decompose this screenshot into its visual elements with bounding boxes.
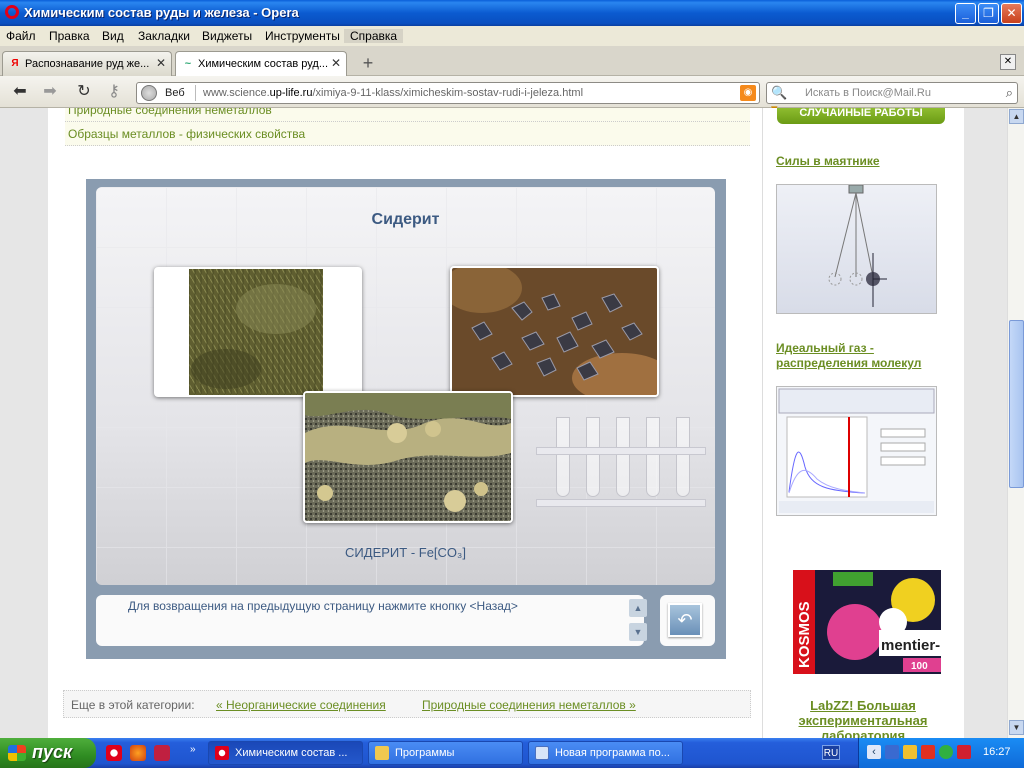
quicklaunch-expand-icon[interactable]: » xyxy=(190,744,196,755)
start-button[interactable]: пуск xyxy=(0,738,96,768)
key-icon[interactable]: ⚷ xyxy=(104,82,124,102)
language-indicator[interactable]: RU xyxy=(822,745,840,760)
antivirus-icon[interactable] xyxy=(921,745,935,759)
back-arrow-icon[interactable]: ⬅ xyxy=(10,82,30,102)
vertical-scrollbar[interactable]: ▲ ▼ xyxy=(1007,108,1024,738)
new-tab-plus-icon[interactable]: + xyxy=(359,54,377,73)
search-engine-icon[interactable]: 🔍▾ xyxy=(771,85,791,116)
url-text[interactable]: www.science.up-life.ru/ximiya-9-11-klass… xyxy=(203,87,583,99)
scroll-down-icon[interactable]: ▼ xyxy=(629,623,647,641)
menu-edit[interactable]: Правка xyxy=(49,29,90,43)
windows-logo-icon xyxy=(8,745,26,761)
pendulum-thumbnail[interactable] xyxy=(776,184,937,314)
siderite-photo-2[interactable] xyxy=(450,266,659,397)
ideal-gas-thumbnail[interactable] xyxy=(776,386,937,516)
yandex-icon: Я xyxy=(11,58,19,69)
tab-active[interactable]: ~ Химическим состав руд... ✕ xyxy=(175,51,347,77)
tray-arrow-icon[interactable]: ‹ xyxy=(867,745,881,759)
menu-help[interactable]: Справка xyxy=(344,29,404,43)
menu-view[interactable]: Вид xyxy=(102,29,124,43)
task-opera[interactable]: Химическим состав ... xyxy=(208,741,363,765)
menu-bar: Файл Правка Вид Закладки Виджеты Инструм… xyxy=(0,26,1024,46)
back-return-button[interactable]: ↶ xyxy=(668,603,702,637)
trash-icon[interactable]: ✕ xyxy=(1000,54,1016,70)
system-tray: ‹ 16:27 xyxy=(858,738,1024,768)
page-viewport: Природные соединения неметаллов Образцы … xyxy=(0,108,1007,738)
svg-text:mentier-: mentier- xyxy=(881,637,940,654)
security-icon[interactable] xyxy=(903,745,917,759)
site-favicon-icon: ~ xyxy=(184,58,192,70)
siderite-photo-3[interactable] xyxy=(303,391,513,523)
category-label: Еще в этой категории: xyxy=(71,698,195,712)
app-quicklaunch-icon[interactable] xyxy=(154,745,170,761)
tab-label: Химическим состав руд... xyxy=(198,58,328,70)
tray-app-icon[interactable] xyxy=(957,745,971,759)
navigation-bar: ⬅ ➡ ↻ ⚷ Веб www.science.up-life.ru/ximiy… xyxy=(0,76,1024,116)
minimize-button[interactable]: _ xyxy=(955,3,976,24)
tab-close-icon[interactable]: ✕ xyxy=(156,56,166,70)
web-label: Веб xyxy=(165,87,185,99)
search-box[interactable]: 🔍▾ Искать в Поиск@Mail.Ru ⌕ xyxy=(766,82,1018,116)
mineral-caption: СИДЕРИТ - Fe[CO₃] xyxy=(345,545,466,560)
mineral-title: Сидерит xyxy=(371,211,440,228)
menu-file[interactable]: Файл xyxy=(6,29,36,43)
list-item: Природные соединения неметаллов xyxy=(65,108,750,122)
tab-bar: Я Распознавание руд же... ✕ ~ Химическим… xyxy=(0,46,1024,77)
clock: 16:27 xyxy=(983,746,1011,758)
siderite-photo-1[interactable] xyxy=(154,267,362,397)
window-icon xyxy=(535,746,549,760)
task-programs[interactable]: Программы xyxy=(368,741,523,765)
sidebar: СЛУЧАЙНЫЕ РАБОТЫ Силы в маятнике Идеальн… xyxy=(762,108,962,738)
random-works-button[interactable]: СЛУЧАЙНЫЕ РАБОТЫ xyxy=(777,108,945,124)
kosmos-brand-text: KOSMOS xyxy=(796,601,813,668)
globe-icon xyxy=(141,85,157,101)
window-title: Химическим состав руды и железа - Opera xyxy=(24,5,299,20)
network-icon[interactable] xyxy=(885,745,899,759)
icq-icon[interactable] xyxy=(939,745,953,759)
tab-label: Распознавание руд же... xyxy=(25,58,150,70)
sidebar-link-pendulum[interactable]: Силы в маятнике xyxy=(776,154,880,169)
scroll-down-arrow-icon[interactable]: ▼ xyxy=(1009,720,1024,735)
return-message: Для возвращения на предыдущую страницу н… xyxy=(128,599,518,613)
scroll-up-arrow-icon[interactable]: ▲ xyxy=(1009,109,1024,124)
opera-quicklaunch-icon[interactable] xyxy=(106,745,122,761)
link-nonmetals-next[interactable]: Природные соединения неметаллов » xyxy=(422,698,636,712)
sidebar-link-labzz[interactable]: LabZZ! Большая экспериментальная лаборат… xyxy=(783,698,943,738)
flash-panel[interactable]: Сидерит СИДЕРИТ - Fe[CO₃] Для возвращени… xyxy=(86,179,726,659)
menu-bookmarks[interactable]: Закладки xyxy=(138,29,190,43)
folder-icon xyxy=(375,746,389,760)
restore-button[interactable]: ❐ xyxy=(978,3,999,24)
link-nonmetals[interactable]: Природные соединения неметаллов xyxy=(68,108,272,117)
close-button[interactable]: ✕ xyxy=(1001,3,1022,24)
link-inorganic[interactable]: « Неорганические соединения xyxy=(216,698,386,712)
rss-icon[interactable]: ◉ xyxy=(740,85,756,101)
windows-taskbar: пуск » Химическим состав ... Программы Н… xyxy=(0,738,1024,768)
menu-widgets[interactable]: Виджеты xyxy=(202,29,252,43)
kosmos-product-image[interactable]: KOSMOS mentier- 100 xyxy=(793,570,941,674)
reload-icon[interactable]: ↻ xyxy=(74,82,94,102)
tab-inactive[interactable]: Я Распознавание руд же... ✕ xyxy=(2,51,172,76)
opera-icon xyxy=(215,746,229,760)
title-bar: Химическим состав руды и железа - Opera … xyxy=(0,0,1024,26)
menu-tools[interactable]: Инструменты xyxy=(265,29,340,43)
opera-icon xyxy=(5,5,19,19)
sidebar-link-ideal-gas[interactable]: Идеальный газ - распределения молекул xyxy=(776,341,946,371)
message-box: Для возвращения на предыдущую страницу н… xyxy=(96,595,647,646)
search-go-icon[interactable]: ⌕ xyxy=(1006,85,1013,101)
svg-text:100: 100 xyxy=(911,661,928,672)
scroll-up-icon[interactable]: ▲ xyxy=(629,599,647,617)
search-placeholder: Искать в Поиск@Mail.Ru xyxy=(805,87,931,99)
link-metal-samples[interactable]: Образцы металлов - физических свойства xyxy=(68,127,305,141)
scrollbar-thumb[interactable] xyxy=(1009,320,1024,488)
browser-quicklaunch-icon[interactable] xyxy=(130,745,146,761)
forward-arrow-icon[interactable]: ➡ xyxy=(40,82,60,102)
address-bar[interactable]: Веб www.science.up-life.ru/ximiya-9-11-k… xyxy=(136,82,760,104)
list-item: Образцы металлов - физических свойства xyxy=(65,122,750,146)
tab-close-icon[interactable]: ✕ xyxy=(331,56,341,70)
task-new-program[interactable]: Новая программа по... xyxy=(528,741,683,765)
test-tube-rack xyxy=(536,417,706,517)
category-links: Еще в этой категории: « Неорганические с… xyxy=(63,690,751,718)
